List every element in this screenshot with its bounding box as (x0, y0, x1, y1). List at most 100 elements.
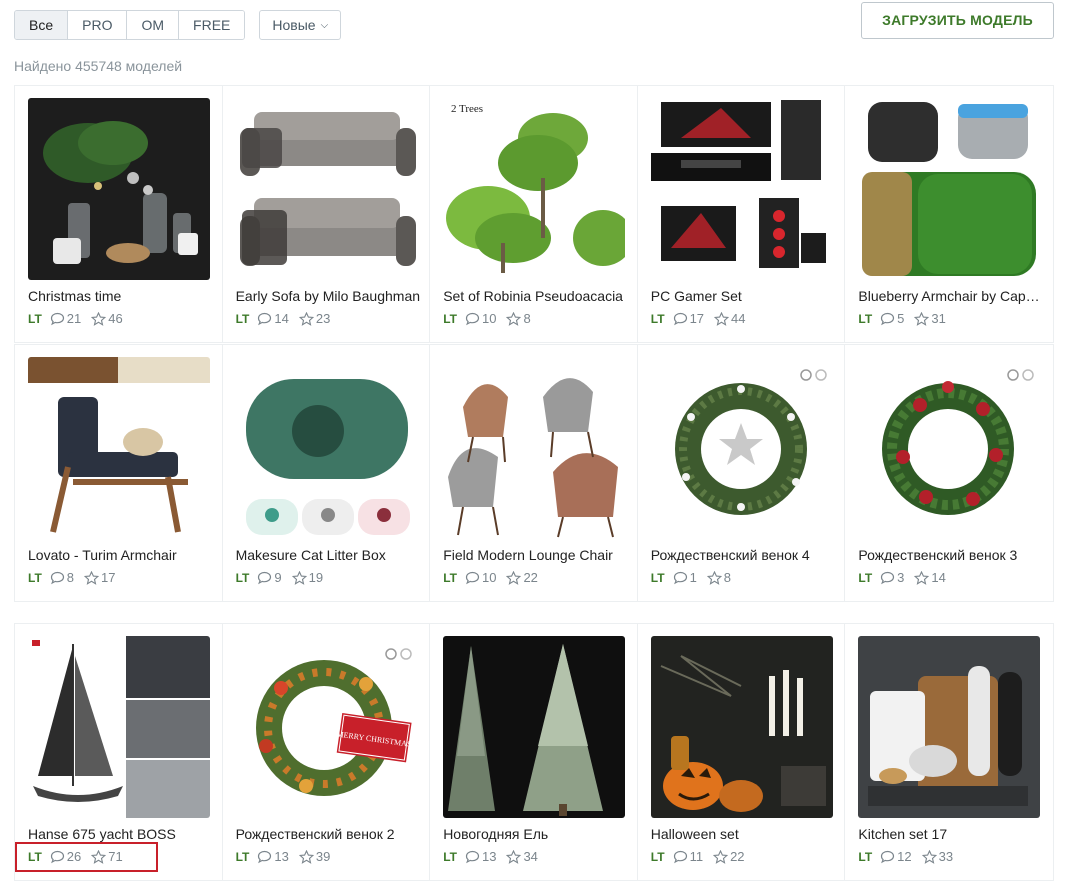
comment-icon (257, 850, 272, 864)
model-title[interactable]: Рождественский венок 3 (858, 547, 1044, 563)
model-thumbnail[interactable] (235, 357, 418, 539)
model-meta: LT 21 46 (28, 311, 133, 326)
sort-label: Новые (272, 17, 316, 33)
tab-om[interactable]: OM (127, 11, 180, 39)
model-meta: LT 12 33 (858, 849, 963, 864)
model-thumbnail[interactable] (28, 98, 210, 280)
comment-count: 1 (689, 570, 697, 585)
tab-all[interactable]: Все (15, 11, 69, 39)
model-thumbnail[interactable] (858, 357, 1041, 539)
comment-count: 10 (481, 570, 497, 585)
model-thumbnail[interactable] (650, 98, 833, 280)
comment-count: 9 (274, 570, 282, 585)
license-badge: LT (650, 849, 665, 864)
tab-free[interactable]: FREE (179, 11, 245, 39)
model-title[interactable]: Set of Robinia Pseudoacacia (443, 288, 629, 304)
model-card[interactable]: Field Modern Lounge Chair LT 10 22 (430, 345, 638, 601)
comment-count: 8 (66, 570, 75, 585)
comment-count: 13 (481, 849, 497, 864)
comment-icon (257, 312, 272, 326)
comment-icon (50, 571, 65, 585)
model-title[interactable]: Christmas time (28, 288, 214, 304)
model-title[interactable]: Рождественский венок 2 (236, 826, 422, 842)
sort-dropdown[interactable]: Новые ⌵ (259, 10, 342, 40)
comment-icon (257, 571, 272, 585)
comment-count: 12 (897, 849, 912, 864)
model-meta: LT 13 39 (236, 849, 341, 864)
model-title[interactable]: Halloween set (651, 826, 837, 842)
comment-icon (465, 850, 480, 864)
model-card[interactable]: Kitchen set 17 LT 12 33 (845, 624, 1053, 880)
model-card[interactable]: 2 Trees Set of Robinia Pseudoacacia LT 1… (430, 86, 638, 342)
star-icon (506, 849, 522, 864)
model-card[interactable]: Новогодняя Ель LT 13 34 (430, 624, 638, 880)
model-thumbnail[interactable] (443, 636, 626, 818)
model-card[interactable]: MERRY CHRISTMAS Рождественский венок 2 L… (223, 624, 431, 880)
filter-toolbar: Все PRO OM FREE Новые ⌵ (14, 10, 342, 40)
model-thumbnail[interactable] (650, 357, 833, 539)
model-meta: LT 17 44 (651, 311, 756, 326)
star-count: 31 (931, 311, 946, 326)
model-title[interactable]: Рождественский венок 4 (651, 547, 837, 563)
license-badge: LT (235, 849, 250, 864)
comment-icon (673, 312, 688, 326)
tab-pro[interactable]: PRO (68, 11, 128, 39)
star-icon (298, 849, 314, 864)
model-title[interactable]: Hanse 675 yacht BOSS (28, 826, 214, 842)
star-icon (298, 311, 314, 326)
star-count: 34 (523, 849, 538, 864)
model-title[interactable]: Makesure Cat Litter Box (236, 547, 422, 563)
star-icon (91, 311, 107, 326)
license-badge: LT (235, 311, 250, 326)
model-thumbnail[interactable]: MERRY CHRISTMAS (235, 636, 418, 818)
star-count: 22 (523, 570, 538, 585)
star-count: 46 (108, 311, 123, 326)
model-title[interactable]: Новогодняя Ель (443, 826, 629, 842)
model-meta: LT 10 8 (443, 311, 540, 326)
model-card[interactable]: Makesure Cat Litter Box LT 9 19 (223, 345, 431, 601)
model-thumbnail[interactable]: 2 Trees (443, 98, 626, 280)
comment-icon (673, 571, 688, 585)
model-card[interactable]: PC Gamer Set LT 17 44 (638, 86, 846, 342)
model-thumbnail[interactable] (443, 357, 626, 539)
comment-count: 17 (689, 311, 705, 326)
model-card[interactable]: Halloween set LT 11 22 (638, 624, 846, 880)
model-thumbnail[interactable] (28, 636, 210, 818)
model-thumbnail[interactable] (858, 636, 1041, 818)
comment-count: 21 (66, 311, 82, 326)
license-badge: LT (858, 570, 873, 585)
model-card[interactable]: Christmas time LT 21 46 (15, 86, 223, 342)
star-icon (914, 311, 930, 326)
model-meta: LT 9 19 (236, 570, 333, 585)
model-card[interactable]: Early Sofa by Milo Baughman LT 14 23 (223, 86, 431, 342)
model-card[interactable]: Blueberry Armchair by Cappellini LT 5 31 (845, 86, 1053, 342)
model-title[interactable]: Blueberry Armchair by Cappellini (858, 288, 1044, 304)
star-icon (506, 570, 522, 585)
license-badge: LT (28, 570, 42, 585)
model-thumbnail[interactable] (235, 98, 418, 280)
license-badge: LT (235, 570, 250, 585)
model-meta: LT 14 23 (236, 311, 341, 326)
comment-count: 14 (274, 311, 289, 326)
model-card[interactable]: Lovato - Turim Armchair LT 8 17 (15, 345, 223, 601)
comment-count: 10 (481, 311, 497, 326)
model-title[interactable]: Lovato - Turim Armchair (28, 547, 214, 563)
results-count: Найдено 455748 моделей (14, 58, 183, 74)
upload-model-button[interactable]: ЗАГРУЗИТЬ МОДЕЛЬ (861, 2, 1054, 39)
model-meta: LT 11 22 (651, 849, 755, 864)
model-card[interactable]: Рождественский венок 4 LT 1 8 (638, 345, 846, 601)
model-thumbnail[interactable] (858, 98, 1041, 280)
model-title[interactable]: Early Sofa by Milo Baughman (236, 288, 422, 304)
model-grid-row: Hanse 675 yacht BOSS LT 26 71 MERRY CHRI… (14, 623, 1054, 881)
model-meta: LT 13 34 (443, 849, 548, 864)
model-title[interactable]: Field Modern Lounge Chair (443, 547, 629, 563)
model-thumbnail[interactable] (28, 357, 210, 539)
model-card[interactable]: Рождественский венок 3 LT 3 14 (845, 345, 1053, 601)
model-title[interactable]: Kitchen set 17 (858, 826, 1044, 842)
model-meta: LT 5 31 (858, 311, 955, 326)
star-count: 23 (315, 311, 331, 326)
model-title[interactable]: PC Gamer Set (651, 288, 837, 304)
star-count: 39 (315, 849, 331, 864)
model-thumbnail[interactable] (650, 636, 833, 818)
license-filter-tabs: Все PRO OM FREE (14, 10, 246, 40)
